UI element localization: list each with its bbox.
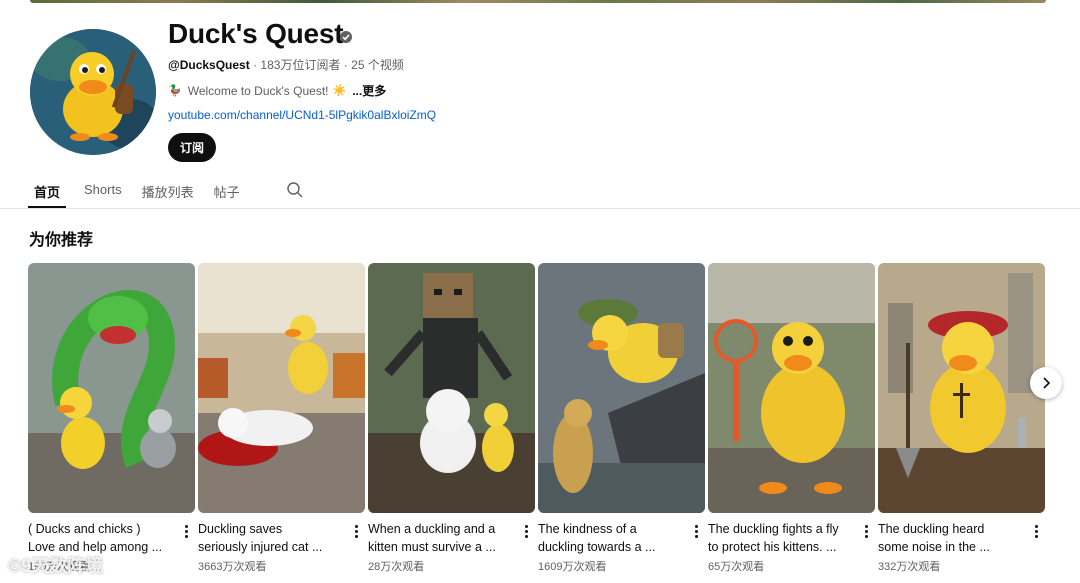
view-count: 332万次观看 — [878, 561, 941, 573]
video-shelf: ( Ducks and chicks ) Love and help among… — [28, 263, 1046, 583]
video-card[interactable]: The duckling fights a fly to protect his… — [708, 263, 875, 583]
video-card[interactable]: When a duckling and a kitten must surviv… — [368, 263, 535, 583]
video-title-line: Duckling saves — [198, 522, 283, 536]
channel-link[interactable]: youtube.com/channel/UCNd1-5lPgkik0alBxlo… — [168, 108, 436, 122]
channel-tabs: 首页 Shorts 播放列表 帖子 — [28, 170, 304, 209]
tab-playlists[interactable]: 播放列表 — [142, 170, 194, 208]
tab-posts[interactable]: 帖子 — [214, 170, 240, 208]
sun-emoji-icon: ☀️ — [332, 85, 347, 97]
boxhead-monster-thumbnail[interactable] — [368, 263, 535, 513]
video-title-line: duckling towards a ... — [538, 540, 656, 554]
channel-name: Duck's Quest — [168, 18, 344, 49]
video-title[interactable]: The duckling fights a fly to protect his… — [708, 520, 848, 556]
view-count: 3663万次观看 — [198, 561, 267, 573]
video-title-line: The duckling fights a fly — [708, 522, 839, 536]
video-title-line: The duckling heard — [878, 522, 985, 536]
video-title[interactable]: The kindness of a duckling towards a ... — [538, 520, 678, 556]
duck-emoji-icon: 🦆 — [168, 85, 182, 97]
view-count: 28万次观看 — [368, 561, 425, 573]
search-icon[interactable] — [286, 181, 304, 199]
video-count: 25 个视频 — [351, 58, 404, 72]
channel-banner — [30, 0, 1046, 3]
video-card[interactable]: ( Ducks and chicks ) Love and help among… — [28, 263, 195, 583]
channel-meta: @DucksQuest · 183万位订阅者 · 25 个视频 — [168, 56, 404, 73]
video-title-line: When a duckling and a — [368, 522, 496, 536]
video-title-line: kitten must survive a ... — [368, 540, 496, 554]
injured-cat-thumbnail[interactable] — [198, 263, 365, 513]
channel-avatar[interactable] — [30, 29, 156, 155]
video-title-line: some noise in the ... — [878, 540, 990, 554]
snake-duckling-thumbnail[interactable] — [28, 263, 195, 513]
video-title[interactable]: Duckling saves seriously injured cat ... — [198, 520, 338, 556]
carousel-next-button[interactable] — [1030, 367, 1062, 399]
view-count: 65万次观看 — [708, 561, 765, 573]
chevron-right-icon — [1043, 377, 1051, 389]
video-title[interactable]: When a duckling and a kitten must surviv… — [368, 520, 508, 556]
video-title-line: ( Ducks and chicks ) — [28, 522, 141, 536]
video-title-line: to protect his kittens. ... — [708, 540, 837, 554]
watermark: ©9天数阵境 — [8, 556, 104, 576]
section-title: 为你推荐 — [29, 232, 94, 249]
video-title-line: The kindness of a — [538, 522, 637, 536]
subscriber-count: 183万位订阅者 — [260, 58, 341, 72]
video-title[interactable]: The duckling heard some noise in the ... — [878, 520, 1018, 556]
tabs-divider — [0, 208, 1080, 209]
graveyard-duckling-thumbnail[interactable] — [878, 263, 1045, 513]
channel-description[interactable]: 🦆 Welcome to Duck's Quest! ☀️ ...更多 — [168, 82, 386, 99]
video-card[interactable]: The duckling heard some noise in the ...… — [878, 263, 1045, 583]
more-options-icon[interactable] — [1035, 525, 1039, 539]
meta-separator: · — [343, 58, 348, 72]
subscribe-button[interactable]: 订阅 — [168, 133, 216, 162]
more-options-icon[interactable] — [865, 525, 869, 539]
channel-handle: @DucksQuest — [168, 58, 250, 72]
meta-separator: · — [253, 58, 258, 72]
more-options-icon[interactable] — [355, 525, 359, 539]
tab-home[interactable]: 首页 — [28, 170, 67, 208]
fly-swatter-thumbnail[interactable] — [708, 263, 875, 513]
verified-check-icon — [340, 31, 352, 43]
view-count: 1609万次观看 — [538, 561, 607, 573]
more-link[interactable]: ...更多 — [352, 82, 386, 99]
more-options-icon[interactable] — [185, 525, 189, 539]
cliff-rescue-thumbnail[interactable] — [538, 263, 705, 513]
video-title-line: seriously injured cat ... — [198, 540, 323, 554]
tab-shorts[interactable]: Shorts — [84, 170, 122, 208]
more-options-icon[interactable] — [525, 525, 529, 539]
description-text: Welcome to Duck's Quest! — [187, 83, 329, 98]
video-card[interactable]: Duckling saves seriously injured cat ...… — [198, 263, 365, 583]
more-options-icon[interactable] — [695, 525, 699, 539]
video-card[interactable]: The kindness of a duckling towards a ...… — [538, 263, 705, 583]
video-title[interactable]: ( Ducks and chicks ) Love and help among… — [28, 520, 168, 556]
